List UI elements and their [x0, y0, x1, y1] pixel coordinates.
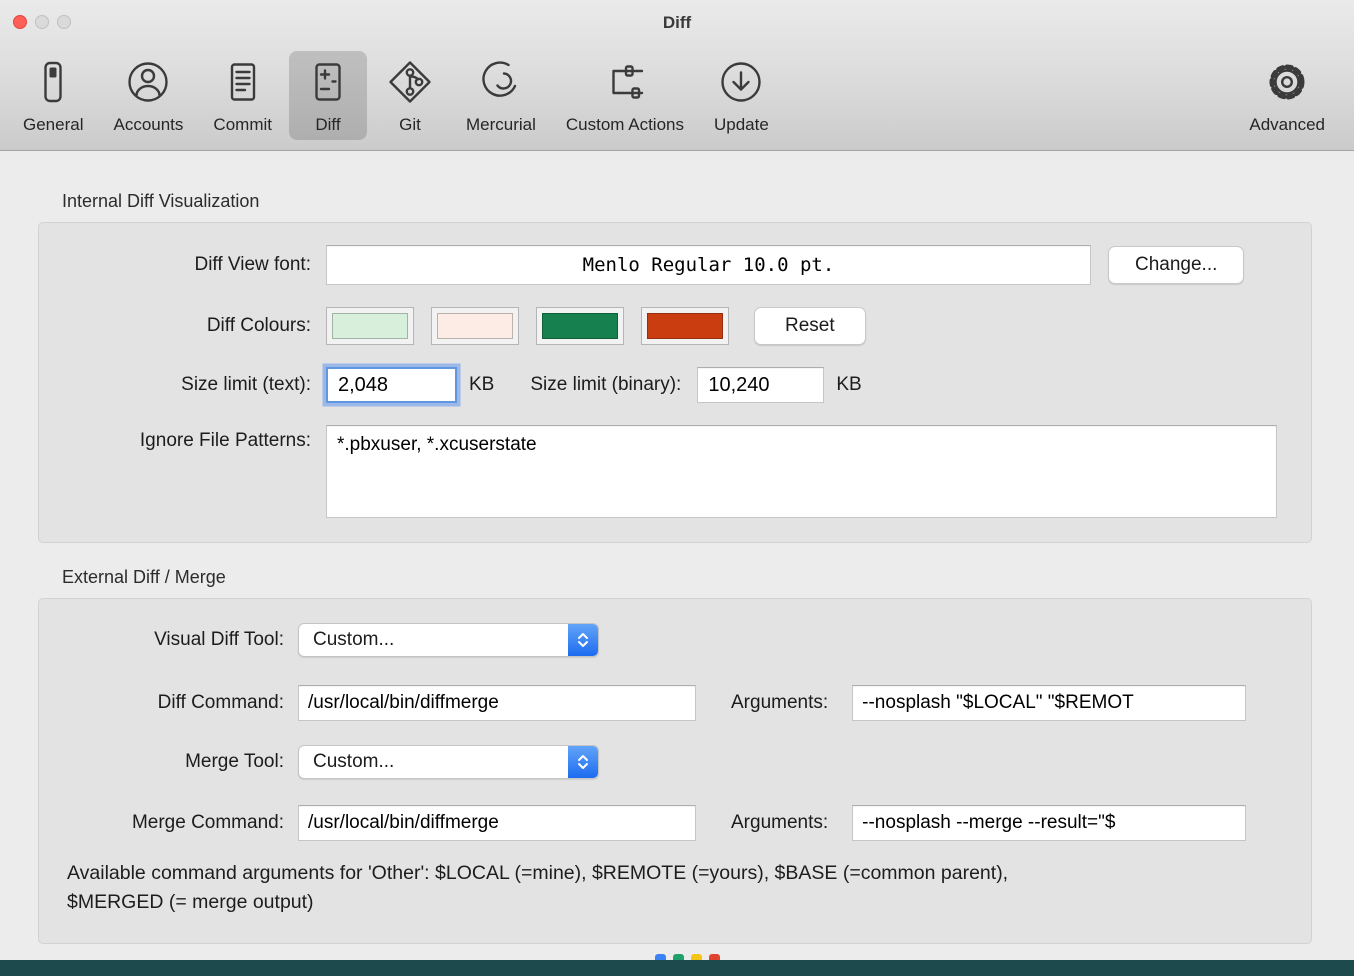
toolbar-item-label: Update — [714, 115, 769, 134]
diff-command-input[interactable] — [298, 685, 696, 721]
external-group-box: Visual Diff Tool: Custom... Diff Command… — [38, 598, 1312, 944]
toolbar-item-label: Advanced — [1249, 115, 1325, 134]
diff-command-label: Diff Command: — [157, 692, 284, 713]
reset-colours-button[interactable]: Reset — [754, 307, 866, 345]
advanced-gear-icon — [1261, 56, 1313, 108]
custom-actions-icon — [599, 56, 651, 108]
size-limit-binary-unit: KB — [836, 374, 862, 395]
minimize-button[interactable] — [35, 15, 49, 29]
colour-swatch — [647, 313, 723, 339]
size-limit-text-label: Size limit (text): — [181, 374, 311, 395]
size-limit-text-unit: KB — [469, 374, 495, 395]
toolbar: General Accounts Commit Diff Git Mercuri… — [0, 45, 1354, 150]
toolbar-item-commit[interactable]: Commit — [200, 51, 285, 140]
toolbar-item-label: Accounts — [113, 115, 184, 134]
diff-arguments-label: Arguments: — [731, 692, 829, 713]
visual-diff-tool-label: Visual Diff Tool: — [154, 629, 284, 650]
colour-swatch — [332, 313, 408, 339]
size-limit-binary-input[interactable] — [697, 367, 825, 403]
colour-well-removed-dark[interactable] — [641, 307, 729, 345]
toolbar-item-label: Custom Actions — [565, 115, 684, 134]
visual-diff-tool-value: Custom... — [313, 629, 395, 650]
toolbar-item-label: Git — [399, 115, 421, 134]
internal-group-box: Diff View font: Menlo Regular 10.0 pt. C… — [38, 222, 1312, 543]
colour-well-added-dark[interactable] — [536, 307, 624, 345]
merge-tool-row: Merge Tool: Custom... — [39, 745, 1311, 779]
toolbar-item-label: Diff — [315, 115, 341, 134]
mercurial-icon — [475, 56, 527, 108]
colour-well-added[interactable] — [326, 307, 414, 345]
toolbar-item-label: General — [23, 115, 84, 134]
titlebar: Diff — [0, 0, 1354, 45]
merge-command-label: Merge Command: — [131, 812, 284, 833]
diff-icon — [302, 56, 354, 108]
update-icon — [715, 56, 767, 108]
zoom-button[interactable] — [57, 15, 71, 29]
toolbar-item-diff[interactable]: Diff — [288, 51, 367, 140]
colour-well-removed[interactable] — [431, 307, 519, 345]
close-button[interactable] — [13, 15, 27, 29]
diff-arguments-input[interactable] — [852, 685, 1247, 721]
merge-arguments-label: Arguments: — [731, 812, 829, 833]
popup-stepper-icon — [568, 624, 598, 656]
merge-arguments-input[interactable] — [852, 805, 1247, 841]
change-font-button[interactable]: Change... — [1108, 246, 1245, 284]
toolbar-item-mercurial[interactable]: Mercurial — [453, 51, 549, 140]
size-limit-text-input[interactable] — [326, 367, 457, 403]
preferences-window: Diff General Accounts Commit Diff Git Me… — [0, 0, 1354, 976]
popup-stepper-icon — [568, 746, 598, 778]
ignore-patterns-textarea[interactable]: *.pbxuser, *.xcuserstate — [326, 425, 1277, 518]
traffic-lights — [13, 15, 71, 29]
window-header: Diff General Accounts Commit Diff Git Me… — [0, 0, 1354, 151]
desktop-background-strip — [0, 960, 1354, 976]
git-icon — [384, 56, 436, 108]
diff-colours-label: Diff Colours: — [206, 315, 311, 336]
toolbar-item-accounts[interactable]: Accounts — [100, 51, 196, 140]
visual-diff-tool-row: Visual Diff Tool: Custom... — [39, 623, 1311, 657]
ignore-patterns-row: Ignore File Patterns: *.pbxuser, *.xcuse… — [39, 425, 1311, 518]
toolbar-item-label: Mercurial — [465, 115, 536, 134]
toolbar-item-custom-actions[interactable]: Custom Actions — [553, 51, 697, 140]
colour-swatch — [542, 313, 618, 339]
toolbar-item-label: Commit — [213, 115, 272, 134]
merge-tool-label: Merge Tool: — [185, 751, 284, 772]
internal-section-title: Internal Diff Visualization — [62, 191, 260, 211]
diff-command-row: Diff Command: Arguments: — [39, 685, 1311, 721]
diff-font-field: Menlo Regular 10.0 pt. — [326, 245, 1091, 285]
colour-swatch — [437, 313, 513, 339]
command-arguments-help-text: Available command arguments for 'Other':… — [67, 862, 1009, 913]
toolbar-item-advanced[interactable]: Advanced — [1236, 51, 1338, 140]
accounts-icon — [122, 56, 174, 108]
diff-font-row: Diff View font: Menlo Regular 10.0 pt. C… — [39, 245, 1311, 285]
toolbar-item-git[interactable]: Git — [371, 51, 449, 140]
merge-command-input[interactable] — [298, 805, 696, 841]
window-title: Diff — [662, 13, 692, 32]
external-section-title: External Diff / Merge — [62, 567, 226, 587]
size-limits-row: Size limit (text): KB Size limit (binary… — [39, 367, 1311, 403]
commit-icon — [217, 56, 269, 108]
diff-colours-row: Diff Colours: Reset — [39, 307, 1311, 345]
general-icon — [27, 56, 79, 108]
toolbar-item-general[interactable]: General — [10, 51, 96, 140]
merge-tool-popup[interactable]: Custom... — [298, 745, 599, 779]
merge-tool-value: Custom... — [313, 751, 395, 772]
diff-font-label: Diff View font: — [194, 254, 311, 275]
toolbar-item-update[interactable]: Update — [701, 51, 782, 140]
visual-diff-tool-popup[interactable]: Custom... — [298, 623, 599, 657]
size-limit-binary-label: Size limit (binary): — [530, 374, 682, 395]
merge-command-row: Merge Command: Arguments: — [39, 805, 1311, 841]
ignore-patterns-label: Ignore File Patterns: — [139, 430, 311, 451]
